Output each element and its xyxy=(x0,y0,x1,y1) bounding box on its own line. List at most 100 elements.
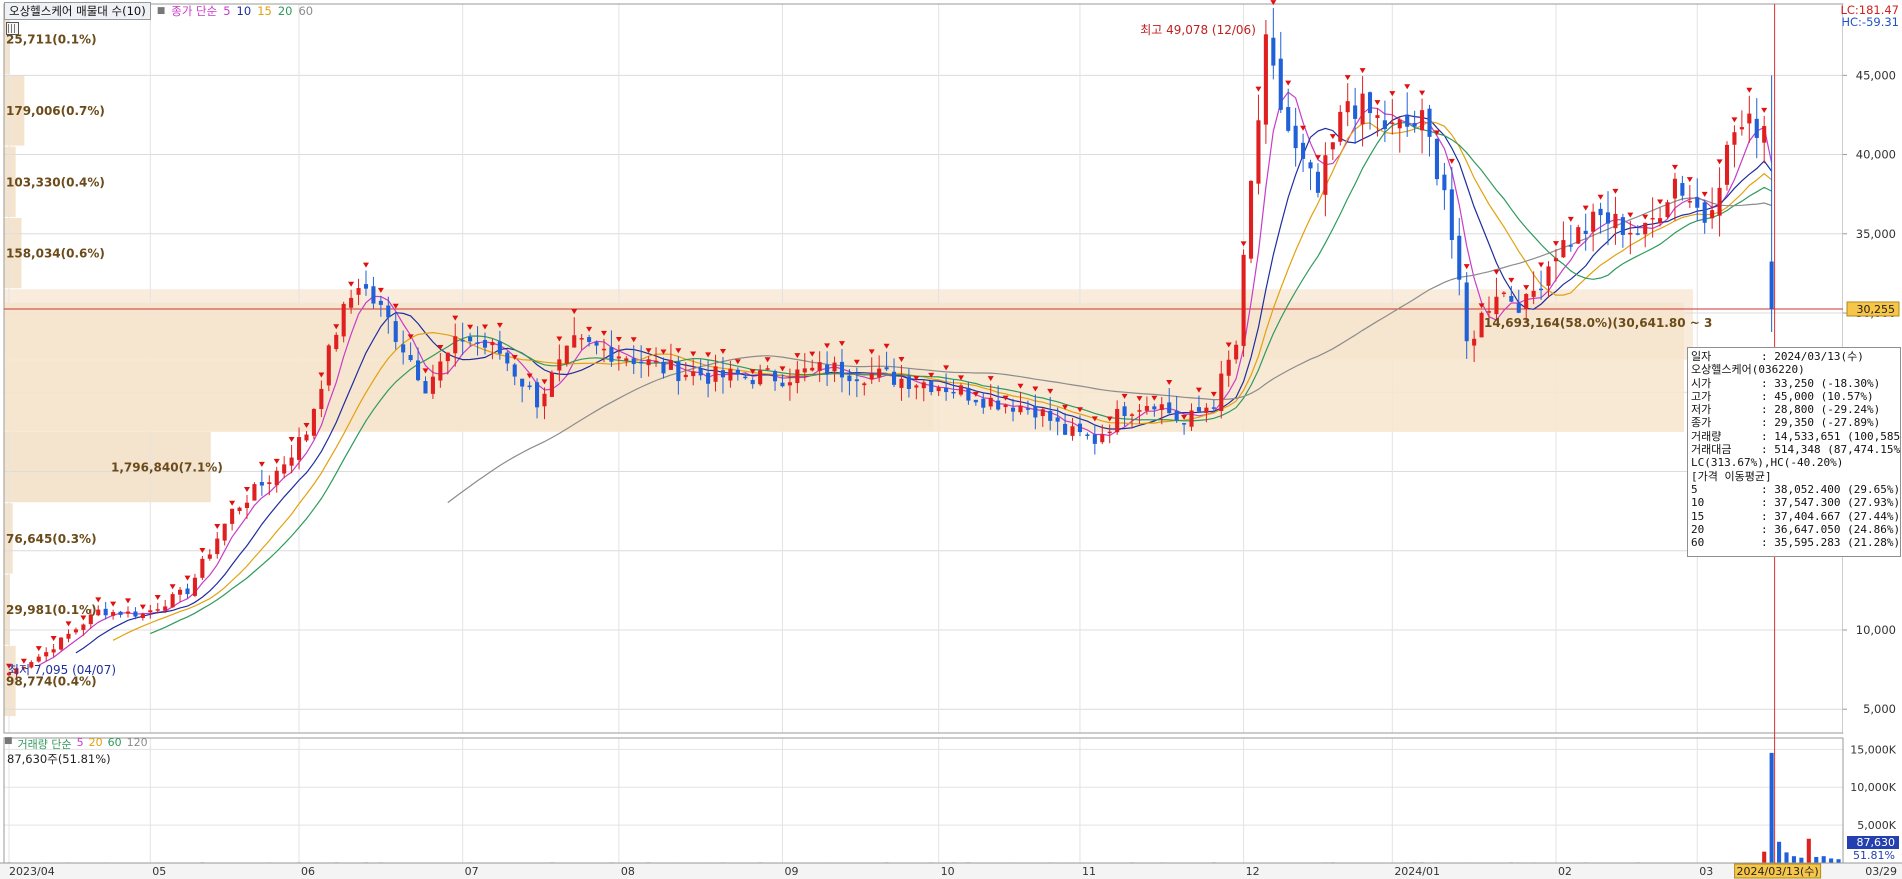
ma-period-10[interactable]: 10 xyxy=(237,4,252,18)
candle-body xyxy=(1204,407,1209,413)
info-value: : 35,595.283 (21.28%) xyxy=(1761,536,1901,550)
candle-body xyxy=(996,400,1001,410)
candle-body xyxy=(1434,138,1439,180)
vol-ma-5[interactable]: 5 xyxy=(77,736,84,752)
candle-body xyxy=(1747,113,1752,124)
candle-body xyxy=(1345,101,1350,113)
candle-body xyxy=(557,359,562,371)
grid-icon[interactable] xyxy=(6,22,19,35)
candle-body xyxy=(512,364,517,377)
candle-body xyxy=(1754,118,1759,138)
info-key: 거래대금 xyxy=(1691,443,1732,457)
volume-label: 거래량 단순 xyxy=(17,738,72,751)
candle-body xyxy=(371,286,376,304)
candle-body xyxy=(81,624,86,630)
candle-body xyxy=(111,612,116,616)
candle-body xyxy=(601,348,607,351)
candle-body xyxy=(1769,261,1774,309)
candle-body xyxy=(572,335,577,348)
candle-body xyxy=(958,385,964,395)
candle-body xyxy=(1308,162,1313,169)
candle-body xyxy=(192,577,197,596)
candle-body xyxy=(1167,402,1172,414)
ma-period-60[interactable]: 60 xyxy=(298,4,313,18)
candle-body xyxy=(1286,107,1291,131)
ma-period-15[interactable]: 15 xyxy=(257,4,272,18)
candle-body xyxy=(1724,144,1730,185)
candle-body xyxy=(1263,34,1268,125)
volume-bar xyxy=(1829,858,1834,863)
candle-body xyxy=(1144,405,1149,411)
candle-body xyxy=(416,360,421,381)
stock-chart[interactable]: 45,00040,00035,00030,00025,00020,00015,0… xyxy=(0,0,1902,879)
candle-body xyxy=(230,508,235,524)
low-label: 최저 7,095 (04/07) xyxy=(8,663,116,677)
info-key: 15 xyxy=(1691,509,1705,523)
ma-period-20[interactable]: 20 xyxy=(278,4,293,18)
candle-body xyxy=(304,434,309,441)
candle-body xyxy=(713,366,718,382)
chart-title[interactable]: 오상헬스케어 매물대 수(10) xyxy=(4,2,151,20)
candle-body xyxy=(1323,155,1328,195)
info-value: : 2024/03/13(수) xyxy=(1761,350,1864,363)
price-tag: 30,255 xyxy=(1857,303,1896,316)
candle-body xyxy=(1092,434,1097,444)
info-key: 일자 xyxy=(1691,350,1712,363)
volume-zone-band xyxy=(5,302,1684,432)
candle-body xyxy=(1234,344,1239,360)
ma-period-5[interactable]: 5 xyxy=(223,4,230,18)
info-stock-name: 오상헬스케어(036220) xyxy=(1691,363,1805,377)
candle-body xyxy=(1658,218,1663,223)
candle-body xyxy=(564,345,569,364)
candle-body xyxy=(475,342,480,344)
chart-legend: 오상헬스케어 매물대 수(10) ■ 종가 단순 5 10 15 20 60 xyxy=(4,2,313,20)
candle-body xyxy=(988,397,993,407)
info-key: 시가 xyxy=(1691,376,1712,390)
candle-body xyxy=(1189,410,1194,427)
candle-body xyxy=(423,381,428,394)
candle-body xyxy=(1085,434,1090,436)
info-row: 10: 37,547.300 (27.93%) xyxy=(1691,496,1900,509)
candle-body xyxy=(847,375,852,382)
candle-body xyxy=(936,387,941,392)
candle-body xyxy=(460,340,465,342)
candle-body xyxy=(1063,423,1068,435)
candle-body xyxy=(1115,408,1120,433)
candle-body xyxy=(1516,303,1521,313)
candle-body xyxy=(118,611,123,615)
candle-body xyxy=(73,629,78,633)
candle-body xyxy=(401,344,406,353)
candle-body xyxy=(386,305,391,318)
info-value: : 36,647.050 (24.86%) xyxy=(1761,522,1901,536)
profile-label: 103,330(0.4%) xyxy=(6,175,105,189)
candle-body xyxy=(1509,295,1514,302)
info-value: : 38,052.400 (29.65%) xyxy=(1761,482,1901,496)
info-row: 15: 37,404.667 (27.44%) xyxy=(1691,509,1900,523)
candle-body xyxy=(1672,178,1677,199)
candle-info-box[interactable]: 일자 : 2024/03/13(수) 오상헬스케어(036220) 시가: 33… xyxy=(1687,347,1901,557)
vol-ma-20[interactable]: 20 xyxy=(89,736,103,752)
candle-body xyxy=(661,361,666,374)
candle-body xyxy=(1591,211,1596,232)
x-tick-label: 09 xyxy=(784,865,798,878)
candle-body xyxy=(1256,120,1261,184)
candle-body xyxy=(1055,417,1060,422)
y-tick-label: 5,000 xyxy=(1863,702,1896,716)
candle-body xyxy=(1568,245,1573,247)
candle-body xyxy=(1048,410,1053,421)
candle-body xyxy=(1628,232,1633,235)
volume-tag: 87,630 xyxy=(1857,836,1896,849)
candle-body xyxy=(587,337,592,342)
candle-body xyxy=(482,339,488,348)
info-row: 저가: 28,800 (-29.24%) xyxy=(1691,403,1897,416)
candle-body xyxy=(616,356,621,359)
vol-ma-60[interactable]: 60 xyxy=(108,736,122,752)
candle-body xyxy=(1315,171,1321,193)
volume-tick-label: 5,000K xyxy=(1857,819,1896,832)
x-tick-label: 05 xyxy=(152,865,166,878)
candle-body xyxy=(869,373,874,380)
info-value: : 29,350 (-27.89%) xyxy=(1761,416,1881,430)
candle-body xyxy=(1442,174,1447,191)
candle-body xyxy=(490,342,495,346)
vol-ma-120[interactable]: 120 xyxy=(127,736,148,752)
